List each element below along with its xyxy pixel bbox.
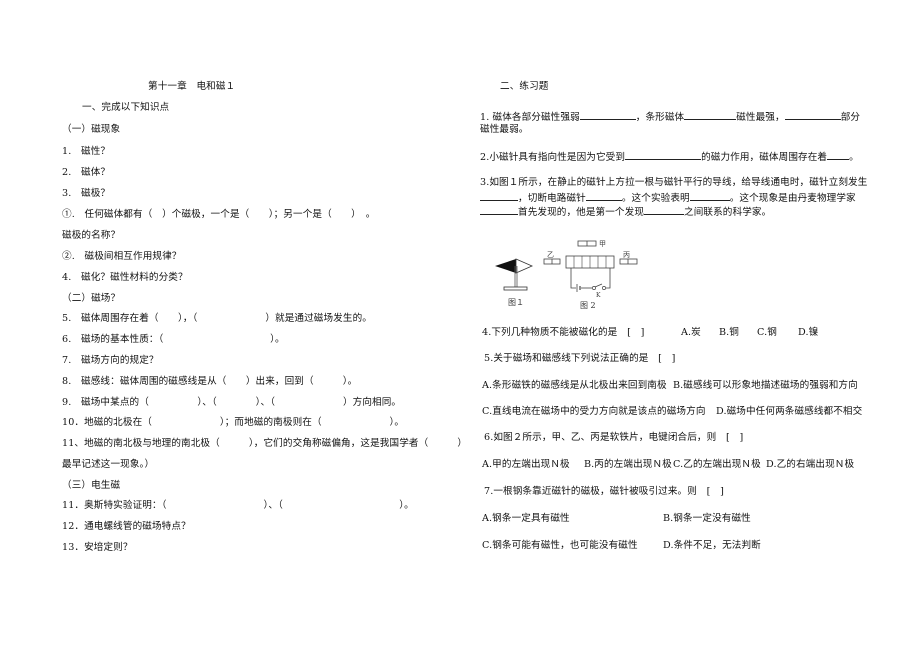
question-3-1: ①. 任何磁体都有（ ）个磁极，一个是（ ）；另一个是（ ） 。 (62, 209, 376, 220)
exercise-3-line2: ，切断电路磁针 。这个实验表明 。这个现象是由丹麦物理学家 (480, 191, 856, 205)
figure-1-label: 图１ (508, 298, 524, 307)
exercise-1-text-c: 磁性最强， (736, 112, 785, 123)
worksheet-page: 第十一章 电和磁１ 一、完成以下知识点 （一）磁现象 1. 磁性？ 2. 磁体？… (0, 0, 920, 650)
question-9: 9. 磁场中某点的（ ）、（ ）、（ ）方向相同。 (62, 397, 402, 408)
exercise-2-text-c: 。 (849, 152, 859, 163)
figure-1-compass-needle (495, 258, 533, 291)
exercise-6-option-b[interactable]: B.丙的左端出现Ｎ极 (584, 459, 672, 471)
figure-2-solenoid-circuit: 甲 乙 丙 K (543, 240, 638, 299)
answer-blank[interactable] (625, 150, 702, 160)
figure-2-label: 图 2 (580, 301, 596, 310)
section-heading-knowledge: 一、完成以下知识点 (82, 102, 170, 113)
question-13: 13．安培定则？ (62, 542, 133, 553)
exercise-5-option-a[interactable]: A.条形磁铁的磁感线是从北极出来回到南极 (482, 380, 667, 392)
exercise-6-option-a[interactable]: A.甲的左端出现Ｎ极 (482, 459, 570, 471)
section-heading-exercises: 二、练习题 (500, 81, 549, 92)
subsection-magnetic-field: （二）磁场？ (62, 293, 121, 304)
question-4: 4. 磁化？磁性材料的分类？ (62, 272, 188, 283)
exercise-3-text-e: 首先发现的，他是第一个发现 (518, 207, 645, 218)
answer-blank[interactable] (644, 205, 685, 215)
question-7: 7. 磁场方向的规定？ (62, 355, 159, 366)
exercise-7-option-c[interactable]: C.钢条可能有磁性，也可能没有磁性 (482, 540, 638, 552)
exercise-3-text-b: ，切断电路磁针 (518, 193, 586, 204)
exercise-7-option-d[interactable]: D.条件不足，无法判断 (663, 540, 761, 552)
exercise-1-text-a: 1. 磁体各部分磁性强弱 (480, 112, 580, 123)
question-3-2: ②. 磁极间相互作用规律？ (62, 251, 182, 262)
exercise-3-text-f: 之间联系的科学家。 (684, 207, 772, 218)
needle-south-half (515, 258, 533, 274)
exercise-6-option-c[interactable]: C.乙的左端出现Ｎ极 (673, 459, 761, 471)
exercise-5-option-b[interactable]: B.磁感线可以形象地描述磁场的强弱和方向 (673, 380, 858, 392)
answer-blank[interactable] (684, 110, 737, 120)
exercise-5-option-c[interactable]: C.直线电流在磁场中的受力方向就是该点的磁场方向 (482, 406, 706, 418)
compass-stand (503, 286, 528, 291)
subsection-electromagnetism: （三）电生磁 (62, 480, 121, 491)
exercise-2-text-b: 的磁力作用，磁体周围存在着 (701, 152, 828, 163)
question-2: 2. 磁体？ (62, 167, 111, 178)
switch-lever (594, 283, 603, 288)
question-11-continuation: 最早记述这一现象。） (62, 459, 155, 470)
exercise-7: 7.一根钢条靠近磁针的磁极，磁针被吸引过来。则 [ ] (484, 486, 724, 497)
exercise-1: 1. 磁体各部分磁性强弱 ，条形磁体 磁性最强， 部分 (480, 110, 860, 124)
exercise-2-text-a: 2.小磁针具有指向性是因为它受到 (480, 152, 626, 163)
exercise-4-option-a[interactable]: A.炭 (681, 327, 701, 339)
label-yi: 乙 (547, 251, 554, 259)
answer-blank[interactable] (689, 191, 730, 201)
exercise-4-option-c[interactable]: C.钢 (757, 327, 777, 339)
exercise-4-option-b[interactable]: B.铜 (719, 327, 739, 339)
needle-north-half (495, 259, 516, 273)
exercise-1-line2: 磁性最弱。 (480, 124, 529, 135)
exercise-3-line3: 首先发现的，他是第一个发现 之间联系的科学家。 (480, 205, 771, 219)
answer-blank[interactable] (585, 191, 622, 201)
question-11-oersted: 11．奥斯特实验证明：（ ）、（ ）。 (62, 500, 414, 511)
question-3: 3. 磁极？ (62, 188, 111, 199)
question-8: 8. 磁感线：磁体周围的磁感线是从（ ）出来，回到（ ）。 (62, 376, 358, 387)
iron-piece-bing (619, 258, 638, 265)
exercise-3-line1: 3.如图１所示，在静止的磁针上方拉一根与磁针平行的导线，给导线通电时，磁针立刻发… (480, 177, 868, 188)
answer-blank[interactable] (784, 110, 841, 120)
exercise-1-text-b: ，条形磁体 (635, 112, 685, 123)
exercise-5: 5.关于磁场和磁感线下列说法正确的是 [ ] (484, 353, 676, 364)
switch-label: K (596, 292, 601, 299)
exercise-7-option-b[interactable]: B.钢条一定没有磁性 (663, 513, 751, 525)
exercise-4: 4.下列几种物质不能被磁化的是 [ ] (482, 327, 645, 338)
exercise-2: 2.小磁针具有指向性是因为它受到 的磁力作用，磁体周围存在着 。 (480, 150, 859, 164)
answer-blank[interactable] (480, 191, 518, 201)
exercise-3-text-c: 。这个实验表明 (621, 193, 690, 204)
question-12: 12．通电螺线管的磁场特点？ (62, 521, 191, 532)
label-jia: 甲 (599, 240, 606, 248)
question-11-declination: 11、地磁的南北极与地理的南北极（ ），它们的交角称磁偏角，这是我国学者（ ） (62, 438, 468, 449)
exercise-6-option-d[interactable]: D.乙的右端出现Ｎ极 (766, 459, 854, 471)
exercise-3-text-d: 。这个现象是由丹麦物理学家 (729, 193, 856, 204)
answer-blank[interactable] (827, 150, 850, 160)
exercise-7-option-a[interactable]: A.钢条一定具有磁性 (482, 513, 570, 525)
question-5: 5. 磁体周围存在着（ ），（ ）就是通过磁场发生的。 (62, 313, 372, 324)
answer-blank[interactable] (579, 110, 636, 120)
figures-1-and-2: 图１ 甲 乙 丙 K 图 2 (495, 240, 638, 310)
exercise-1-text-d: 部分 (840, 112, 861, 123)
exercise-5-option-d[interactable]: D.磁场中任何两条磁感线都不相交 (716, 406, 862, 418)
exercise-6: 6.如图２所示，甲、乙、丙是软铁片，电键闭合后，则 [ ] (484, 432, 744, 443)
question-1: 1. 磁性？ (62, 146, 111, 157)
question-10: 10．地磁的北极在（ ）；而地磁的南极则在（ ）。 (62, 417, 405, 428)
subsection-magnetic-phenomena: （一）磁现象 (62, 124, 121, 135)
exercise-4-option-d[interactable]: D.镍 (798, 327, 818, 339)
question-6: 6. 磁场的基本性质：（ ）。 (62, 334, 285, 345)
chapter-title: 第十一章 电和磁１ (148, 81, 236, 92)
question-pole-names: 磁极的名称？ (62, 230, 121, 241)
answer-blank[interactable] (480, 205, 518, 215)
label-bing: 丙 (623, 251, 630, 259)
